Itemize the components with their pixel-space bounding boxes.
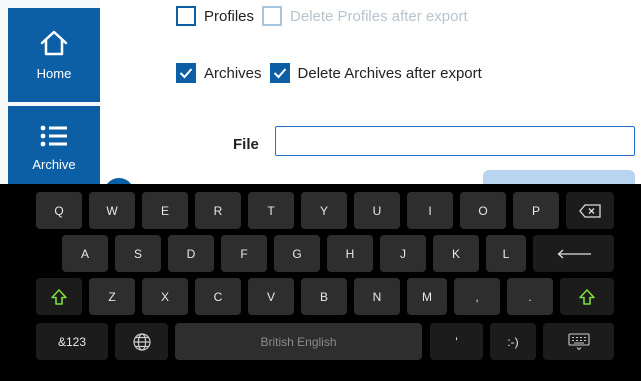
key-a[interactable]: A [62, 235, 108, 272]
globe-icon [132, 332, 151, 351]
key-l[interactable]: L [486, 235, 526, 272]
key-apostrophe[interactable]: ' [430, 323, 483, 360]
key-k[interactable]: K [433, 235, 479, 272]
key-e[interactable]: E [142, 192, 188, 229]
key-g[interactable]: G [274, 235, 320, 272]
sidebar-item-home[interactable]: Home [8, 8, 100, 102]
smiley-key[interactable]: :-) [490, 323, 536, 360]
sidebar-item-label: Home [36, 66, 72, 81]
key-u[interactable]: U [354, 192, 400, 229]
key-comma[interactable]: , [454, 278, 500, 315]
delete-archives-checkbox[interactable] [269, 63, 290, 83]
key-j[interactable]: J [380, 235, 426, 272]
check-icon [179, 68, 193, 79]
key-n[interactable]: N [354, 278, 400, 315]
sidebar-item-archive[interactable]: Archive [8, 106, 100, 190]
hide-keyboard-key[interactable] [543, 323, 614, 360]
profiles-row: Profiles Delete Profiles after export [176, 6, 468, 26]
symbols-key[interactable]: &123 [36, 323, 108, 360]
sidebar: Home Archive [0, 0, 100, 190]
home-icon [39, 29, 69, 62]
archives-label: Archives [204, 64, 262, 82]
key-period[interactable]: . [507, 278, 553, 315]
key-i[interactable]: I [407, 192, 453, 229]
enter-icon [557, 249, 591, 258]
archives-row: Archives Delete Archives after export [176, 63, 482, 83]
delete-archives-label: Delete Archives after export [297, 64, 482, 82]
key-r[interactable]: R [195, 192, 241, 229]
delete-profiles-label: Delete Profiles after export [290, 7, 468, 25]
sidebar-item-label: Archive [32, 157, 76, 172]
key-f[interactable]: F [221, 235, 267, 272]
check-icon [273, 68, 286, 79]
key-p[interactable]: P [513, 192, 559, 229]
key-w[interactable]: W [89, 192, 135, 229]
key-d[interactable]: D [168, 235, 214, 272]
key-m[interactable]: M [407, 278, 447, 315]
on-screen-keyboard: Q W E R T Y U I O P A S D F G H J K L Z … [0, 184, 641, 381]
shift-key-left[interactable] [36, 278, 82, 315]
keyboard-hide-icon [567, 332, 590, 350]
key-b[interactable]: B [301, 278, 347, 315]
key-z[interactable]: Z [89, 278, 135, 315]
shift-key-right[interactable] [560, 278, 614, 315]
enter-key[interactable] [533, 235, 614, 272]
language-key[interactable] [115, 323, 168, 360]
key-o[interactable]: O [460, 192, 506, 229]
key-v[interactable]: V [248, 278, 294, 315]
backspace-icon [579, 203, 601, 218]
space-key[interactable]: British English [175, 323, 422, 360]
key-q[interactable]: Q [36, 192, 82, 229]
backspace-key[interactable] [566, 192, 614, 229]
file-input[interactable] [275, 126, 635, 156]
file-label: File [233, 136, 259, 153]
archives-checkbox[interactable] [176, 63, 196, 83]
list-icon [39, 124, 69, 153]
key-h[interactable]: H [327, 235, 373, 272]
key-c[interactable]: C [195, 278, 241, 315]
delete-profiles-checkbox[interactable] [262, 6, 283, 26]
key-y[interactable]: Y [301, 192, 347, 229]
key-t[interactable]: T [248, 192, 294, 229]
key-x[interactable]: X [142, 278, 188, 315]
shift-icon [579, 288, 595, 305]
profiles-checkbox[interactable] [176, 6, 196, 26]
shift-icon [51, 288, 67, 305]
profiles-label: Profiles [204, 7, 255, 25]
key-s[interactable]: S [115, 235, 161, 272]
